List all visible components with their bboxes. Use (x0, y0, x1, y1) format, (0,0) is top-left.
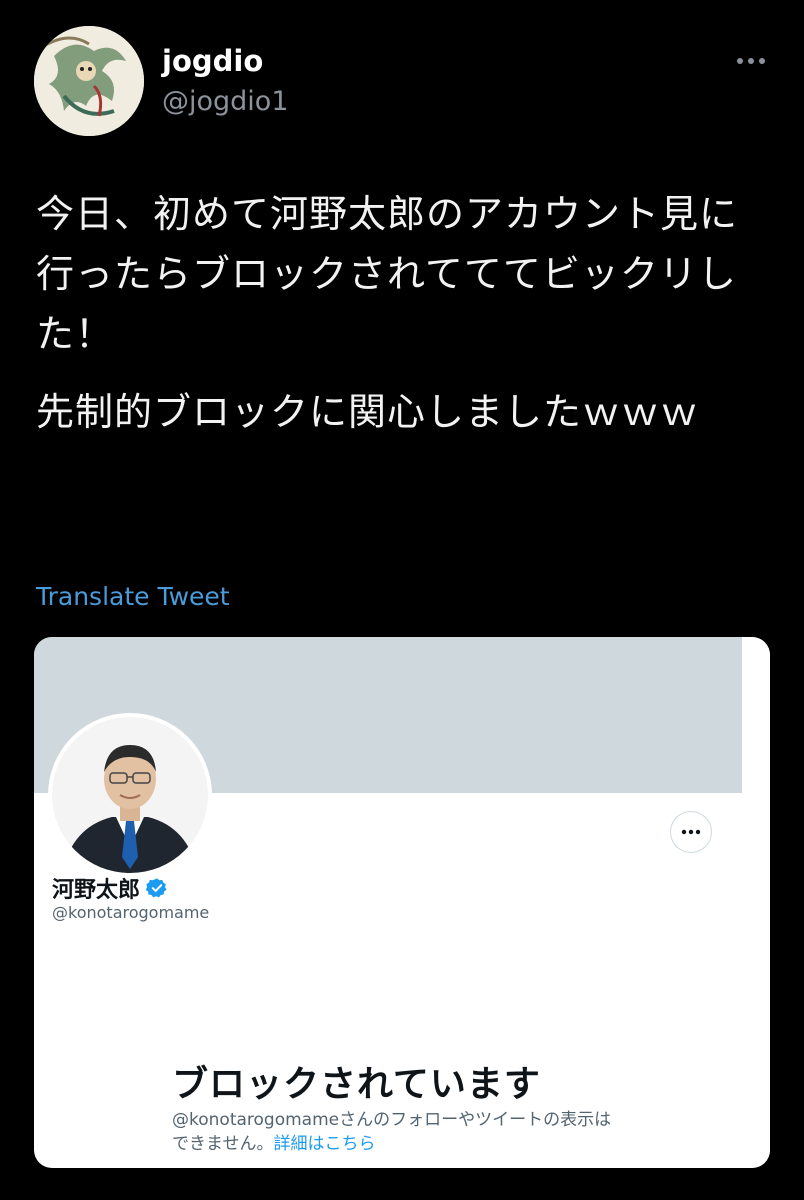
profile-handle: @konotarogomame (52, 903, 210, 922)
translate-tweet-link[interactable]: Translate Tweet (36, 582, 230, 611)
tweet-text: 今日、初めて河野太郎のアカウント見に行ったらブロックされてててビックリした！ 先… (36, 184, 766, 460)
blocked-description: @konotarogomameさんのフォローやツイートの表示はできません。詳細は… (172, 1108, 612, 1156)
attached-screenshot[interactable]: 河野太郎 @konotarogomame ブロックされています @konotar… (34, 637, 770, 1168)
more-options-icon[interactable] (734, 48, 768, 74)
author-handle[interactable]: @jogdio1 (162, 86, 289, 117)
person-photo-icon (52, 717, 208, 873)
blocked-title: ブロックされています (172, 1064, 541, 1105)
fujin-painting-icon (34, 26, 144, 136)
learn-more-link[interactable]: 詳細はこちら (274, 1134, 376, 1154)
verified-badge-icon (146, 878, 167, 898)
profile-name: 河野太郎 (52, 878, 141, 903)
author-display-name[interactable]: jogdio (162, 44, 263, 78)
screenshot-edge (742, 637, 770, 1168)
profile-photo (48, 713, 212, 877)
profile-name-row: 河野太郎 (52, 872, 168, 904)
tweet-paragraph: 先制的ブロックに関心しましたｗｗｗ (36, 390, 700, 434)
blocked-description-text: @konotarogomameさんのフォローやツイートの表示はできません。 (172, 1110, 612, 1154)
author-avatar[interactable] (34, 26, 144, 136)
tweet-paragraph: 今日、初めて河野太郎のアカウント見に行ったらブロックされてててビックリした！ (36, 192, 739, 356)
card-more-options-icon[interactable] (670, 811, 712, 853)
